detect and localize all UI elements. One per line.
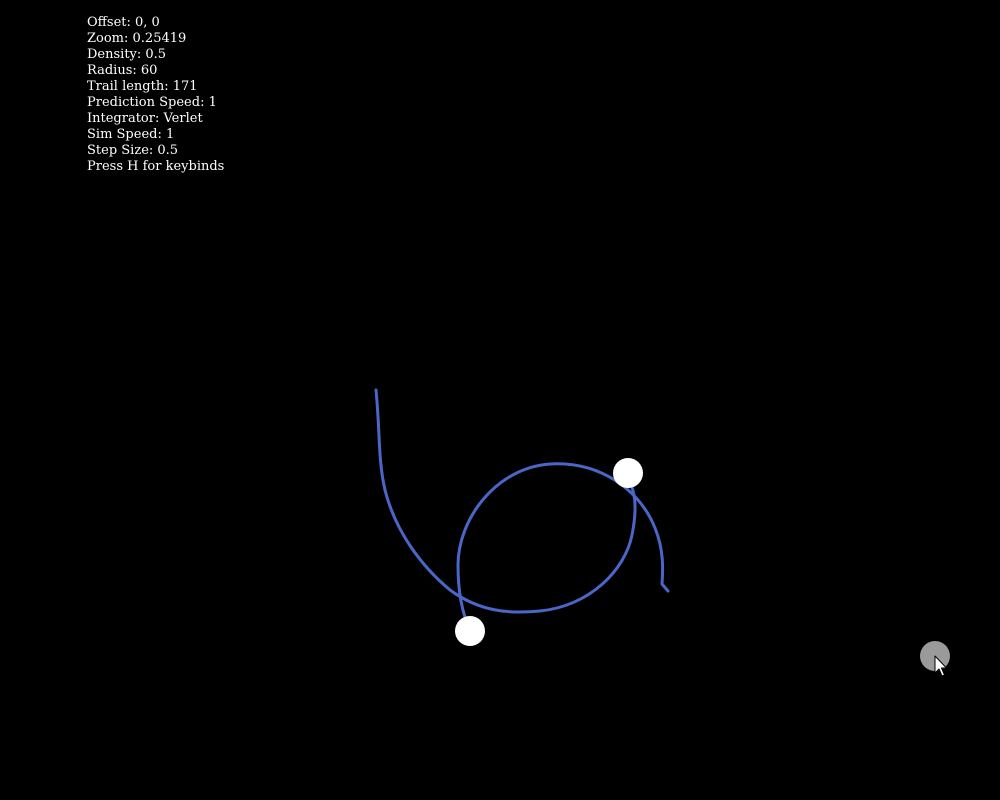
orbit-trail-a	[374, 388, 637, 614]
body-a[interactable]	[613, 458, 643, 488]
body-b[interactable]	[455, 616, 485, 646]
simulation-viewport[interactable]: Offset: 0, 0 Zoom: 0.25419 Density: 0.5 …	[0, 0, 1000, 800]
simulation-canvas[interactable]	[0, 0, 1000, 800]
